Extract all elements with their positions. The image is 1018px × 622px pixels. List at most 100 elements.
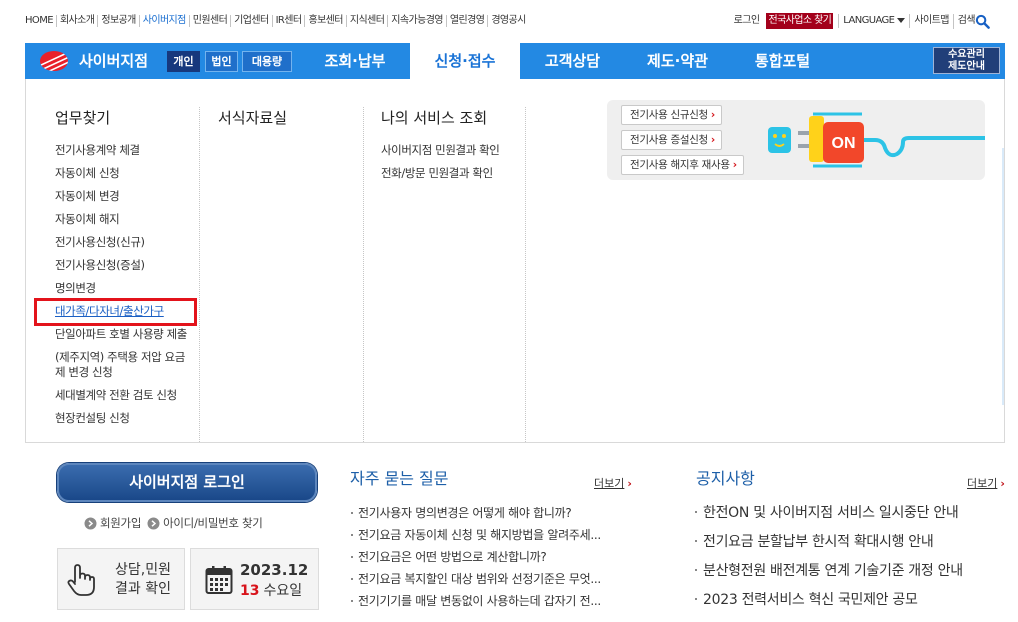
work-link-apartment-usage[interactable]: 단일아파트 호별 사용량 제출 xyxy=(55,327,187,341)
cyber-branch-title[interactable]: 사이버지점 xyxy=(79,52,148,70)
list-item: 단일아파트 호별 사용량 제출 xyxy=(55,327,195,350)
notice-item-text[interactable]: 2023 전력서비스 혁신 국민제안 공모 xyxy=(703,592,918,608)
faq-item-text[interactable]: 전기기기를 매달 변동없이 사용하는데 갑자기 전... xyxy=(358,594,601,608)
list-item[interactable]: 전기요금은 어떤 방법으로 계산합니까? xyxy=(350,549,635,571)
notice-item-text[interactable]: 분산형전원 배전계통 연계 기술기준 개정 안내 xyxy=(703,563,963,579)
work-link-new-use[interactable]: 전기사용신청(신규) xyxy=(55,235,145,249)
menu-policy-terms[interactable]: 제도·약관 xyxy=(625,43,730,79)
top-link-cyber-branch[interactable]: 사이버지점 xyxy=(138,15,189,27)
chevron-right-icon: › xyxy=(1000,477,1005,490)
notice-item-text[interactable]: 전기요금 분할납부 한시적 확대시행 안내 xyxy=(703,534,934,550)
background-edge-line xyxy=(1002,148,1004,405)
result-check-line1: 상담,민원 xyxy=(115,562,171,578)
type-large-button[interactable]: 대용량 xyxy=(242,51,292,72)
main-navigation: 사이버지점 개인 법인 대용량 조회·납부 신청·접수 고객상담 제도·약관 통… xyxy=(25,43,1005,79)
top-link-enterprise[interactable]: 기업센터 xyxy=(230,15,271,27)
chevron-right-icon: › xyxy=(710,134,715,146)
work-link-onsite-consulting[interactable]: 현장컨설팅 신청 xyxy=(55,411,130,425)
top-link-ir[interactable]: IR센터 xyxy=(271,15,305,27)
find-id-password-label: 아이디/비밀번호 찾기 xyxy=(163,516,263,530)
plug-on-label: ON xyxy=(832,135,856,152)
faq-more-link[interactable]: 더보기 › xyxy=(594,477,632,490)
work-link-autopay-apply[interactable]: 자동이체 신청 xyxy=(55,166,120,180)
list-item: 전기사용신청(증설) xyxy=(55,258,195,281)
sitemap-link[interactable]: 사이트맵 xyxy=(909,14,952,28)
demand-guide-line2: 제도안내 xyxy=(948,61,985,72)
account-links: 회원가입 아이디/비밀번호 찾기 xyxy=(84,516,269,530)
utility-menu: 로그인 전국사업소 찾기 LANGUAGE 사이트맵 검색 xyxy=(730,13,990,29)
list-item[interactable]: 분산형전원 배전계통 연계 기술기준 개정 안내 xyxy=(693,561,1003,590)
type-corporate-button[interactable]: 법인 xyxy=(205,51,238,72)
faq-item-text[interactable]: 전기요금 복지할인 대상 범위와 선정기준은 무엇... xyxy=(358,572,601,586)
list-item: 자동이체 신청 xyxy=(55,166,195,189)
kepco-logo-icon xyxy=(40,51,68,71)
calendar-icon xyxy=(205,566,233,594)
forms-heading[interactable]: 서식자료실 xyxy=(218,108,287,128)
button-label: 전기사용 신규신청 xyxy=(630,109,708,121)
list-item[interactable]: 전기요금 복지할인 대상 범위와 선정기준은 무엇... xyxy=(350,571,635,593)
top-link-home[interactable]: HOME xyxy=(25,15,56,27)
notice-item-text[interactable]: 한전ON 및 사이버지점 서비스 일시중단 안내 xyxy=(703,505,959,521)
faq-item-text[interactable]: 전기요금 자동이체 신청 및 해지방법을 알려주세... xyxy=(358,528,601,542)
work-link-contract[interactable]: 전기사용계약 체결 xyxy=(55,143,140,157)
signup-link[interactable]: 회원가입 xyxy=(84,516,141,530)
find-id-password-link[interactable]: 아이디/비밀번호 찾기 xyxy=(147,516,263,530)
hand-pointer-icon xyxy=(67,564,95,596)
menu-customer-consult[interactable]: 고객상담 xyxy=(520,43,625,79)
my-service-cyber-result[interactable]: 사이버지점 민원결과 확인 xyxy=(381,143,500,157)
list-item[interactable]: 전기기기를 매달 변동없이 사용하는데 갑자기 전... xyxy=(350,593,635,615)
search-button[interactable]: 검색 xyxy=(952,13,990,29)
result-check-button[interactable]: 상담,민원 결과 확인 xyxy=(57,548,185,610)
column-divider xyxy=(525,107,526,442)
login-link[interactable]: 로그인 xyxy=(730,14,764,28)
notice-more-link[interactable]: 더보기 › xyxy=(967,477,1005,490)
list-item[interactable]: 2023 전력서비스 혁신 국민제안 공모 xyxy=(693,590,1003,619)
circle-arrow-icon xyxy=(84,517,97,529)
work-link-household-contract[interactable]: 세대별계약 전환 검토 신청 xyxy=(55,388,177,402)
list-item[interactable]: 전기요금 자동이체 신청 및 해지방법을 알려주세... xyxy=(350,527,635,549)
work-link-name-change[interactable]: 명의변경 xyxy=(55,281,96,295)
work-link-autopay-cancel[interactable]: 자동이체 해지 xyxy=(55,212,120,226)
demand-guide-line1: 수요관리 xyxy=(948,49,985,60)
button-label: 전기사용 증설신청 xyxy=(630,134,708,146)
search-icon xyxy=(975,14,990,29)
cyber-branch-login-button[interactable]: 사이버지점 로그인 xyxy=(57,463,317,502)
work-link-increase-use[interactable]: 전기사용신청(증설) xyxy=(55,258,145,272)
top-link-sustainability[interactable]: 지속가능경영 xyxy=(387,15,446,27)
top-link-info[interactable]: 정보공개 xyxy=(97,15,138,27)
top-link-open-management[interactable]: 열린경영 xyxy=(445,15,487,27)
list-item: 사이버지점 민원결과 확인 xyxy=(381,143,500,166)
list-item[interactable]: 전기요금 분할납부 한시적 확대시행 안내 xyxy=(693,532,1003,561)
day-weekday: 13 수요일 xyxy=(240,582,302,600)
top-link-company[interactable]: 회사소개 xyxy=(55,15,97,27)
chevron-right-icon: › xyxy=(710,109,715,121)
list-item[interactable]: 한전ON 및 사이버지점 서비스 일시중단 안내 xyxy=(693,503,1003,532)
faq-item-text[interactable]: 전기요금은 어떤 방법으로 계산합니까? xyxy=(358,550,547,564)
top-link-knowledge[interactable]: 지식센터 xyxy=(345,15,387,27)
faq-item-text[interactable]: 전기사용자 명의변경은 어떻게 해야 합니까? xyxy=(358,506,572,520)
new-use-apply-button[interactable]: 전기사용 신규신청 › xyxy=(621,105,722,125)
menu-integrated-portal[interactable]: 통합포털 xyxy=(730,43,835,79)
top-link-disclosure[interactable]: 경영공시 xyxy=(487,15,528,27)
my-service-phone-result[interactable]: 전화/방문 민원결과 확인 xyxy=(381,166,493,180)
work-link-jeju-rate-change[interactable]: (제주지역) 주택용 저압 요금제 변경 신청 xyxy=(55,350,185,379)
global-top-links: HOME 회사소개 정보공개 사이버지점 민원센터 기업센터 IR센터 홍보센터… xyxy=(25,15,529,27)
list-item[interactable]: 전기사용자 명의변경은 어떻게 해야 합니까? xyxy=(350,505,635,527)
type-personal-button[interactable]: 개인 xyxy=(167,51,200,72)
language-select[interactable]: LANGUAGE xyxy=(838,14,909,28)
mega-menu-dropdown: 업무찾기 전기사용계약 체결 자동이체 신청 자동이체 변경 자동이체 해지 전… xyxy=(25,79,1005,443)
increase-use-apply-button[interactable]: 전기사용 증설신청 › xyxy=(621,130,722,150)
work-finder-list: 전기사용계약 체결 자동이체 신청 자동이체 변경 자동이체 해지 전기사용신청… xyxy=(55,143,195,434)
menu-inquiry-payment[interactable]: 조회·납부 xyxy=(300,43,410,79)
day-number: 13 xyxy=(240,583,260,599)
top-link-civil[interactable]: 민원센터 xyxy=(188,15,230,27)
demand-guide-button[interactable]: 수요관리 제도안내 xyxy=(933,47,1000,74)
socket-icon xyxy=(768,127,791,153)
menu-application[interactable]: 신청·접수 xyxy=(410,43,520,79)
list-item: 전기사용신청(신규) xyxy=(55,235,195,258)
list-item: 전화/방문 민원결과 확인 xyxy=(381,166,500,189)
reuse-after-cancel-button[interactable]: 전기사용 해지후 재사용 › xyxy=(621,155,744,175)
work-link-autopay-change[interactable]: 자동이체 변경 xyxy=(55,189,120,203)
branch-finder-button[interactable]: 전국사업소 찾기 xyxy=(766,13,834,29)
top-link-pr[interactable]: 홍보센터 xyxy=(304,15,345,27)
